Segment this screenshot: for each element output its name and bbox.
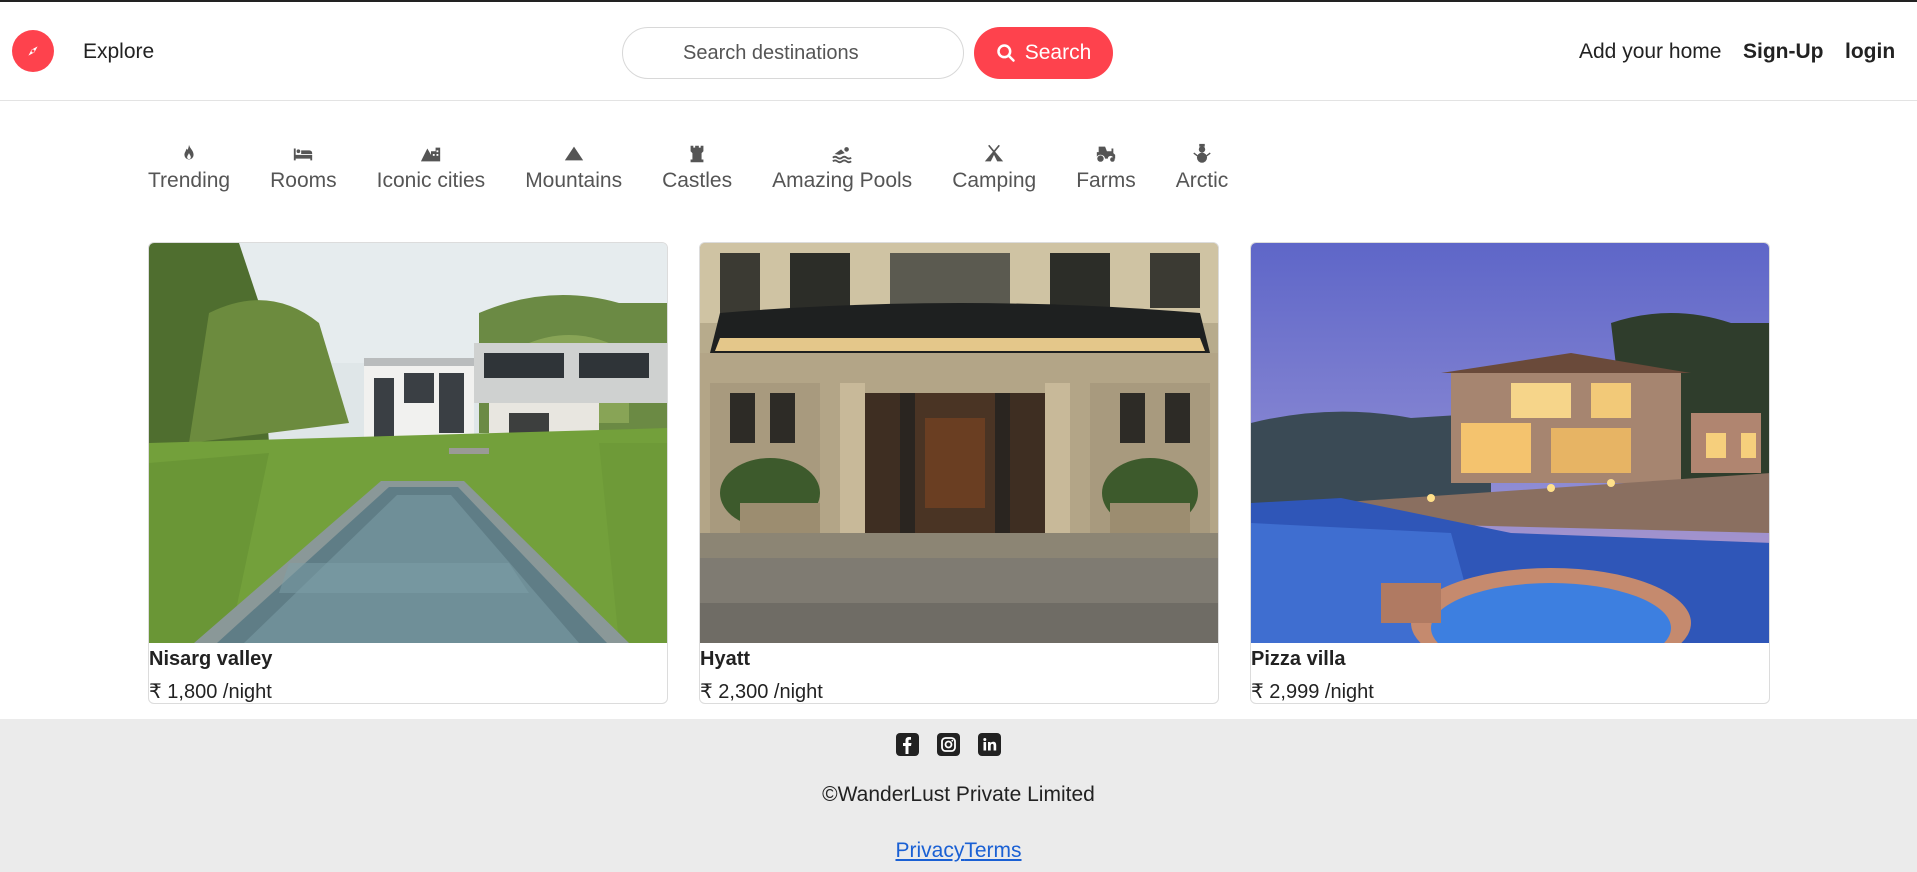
- privacy-link[interactable]: Privacy: [895, 839, 964, 862]
- terms-link[interactable]: Terms: [964, 839, 1021, 862]
- signup-link[interactable]: Sign-Up: [1743, 40, 1823, 64]
- search-icon: [996, 44, 1015, 62]
- listing-card[interactable]: Pizza villa ₹ 2,999 /night: [1250, 242, 1770, 704]
- filter-castles[interactable]: Castles: [662, 143, 732, 203]
- filter-farms[interactable]: Farms: [1076, 143, 1136, 203]
- filter-arctic[interactable]: Arctic: [1176, 143, 1228, 203]
- filter-mountains[interactable]: Mountains: [525, 143, 622, 203]
- listing-title: Nisarg valley: [149, 648, 273, 670]
- search-button-label: Search: [1024, 41, 1092, 64]
- filter-iconic-cities[interactable]: Iconic cities: [377, 143, 485, 203]
- search-button[interactable]: Search: [974, 27, 1113, 79]
- person-swimming-icon: [832, 147, 852, 164]
- copyright-text: ©WanderLust Private Limited: [822, 783, 1095, 806]
- social-links: [896, 733, 1001, 756]
- fire-icon: [184, 144, 194, 160]
- filter-camping[interactable]: Camping: [952, 143, 1036, 203]
- listing-price: ₹ 1,800 /night: [149, 681, 272, 703]
- bed-icon: [294, 148, 313, 161]
- filter-rooms[interactable]: Rooms: [270, 143, 337, 203]
- listing-price: ₹ 2,999 /night: [1251, 681, 1374, 703]
- search-input[interactable]: [622, 27, 964, 79]
- tractor-icon: [1096, 146, 1116, 162]
- filter-bar: Trending Rooms Iconic cities Mountains C…: [148, 143, 1268, 203]
- footer-links: PrivacyTerms: [0, 839, 1917, 863]
- mountain-city-icon: [420, 147, 441, 162]
- filter-amazing-pools[interactable]: Amazing Pools: [772, 143, 912, 203]
- listing-image: [700, 243, 1218, 643]
- castle-icon: [690, 145, 704, 163]
- listing-title: Hyatt: [700, 648, 751, 670]
- explore-link[interactable]: Explore: [83, 40, 154, 64]
- mountain-icon: [564, 146, 583, 161]
- campground-icon: [985, 144, 1004, 162]
- footer: ©WanderLust Private Limited PrivacyTerms: [0, 719, 1917, 872]
- add-your-home-link[interactable]: Add your home: [1579, 40, 1721, 64]
- listing-image: [149, 243, 667, 643]
- listing-card[interactable]: Hyatt ₹ 2,300 /night: [699, 242, 1219, 704]
- compass-icon[interactable]: [12, 30, 54, 72]
- filter-trending[interactable]: Trending: [148, 143, 230, 203]
- listing-title: Pizza villa: [1251, 648, 1346, 670]
- snowman-icon: [1193, 143, 1211, 163]
- linkedin-icon[interactable]: [978, 733, 1001, 756]
- listing-price: ₹ 2,300 /night: [700, 681, 823, 703]
- listings-grid: Nisarg valley ₹ 1,800 /night Hyatt ₹ 2,3…: [148, 242, 1770, 704]
- facebook-icon[interactable]: [896, 733, 919, 756]
- listing-card[interactable]: Nisarg valley ₹ 1,800 /night: [148, 242, 668, 704]
- listing-image: [1251, 243, 1769, 643]
- login-link[interactable]: login: [1845, 40, 1895, 64]
- navbar: Explore Search Add your home Sign-Up log…: [0, 2, 1917, 101]
- instagram-icon[interactable]: [937, 733, 960, 756]
